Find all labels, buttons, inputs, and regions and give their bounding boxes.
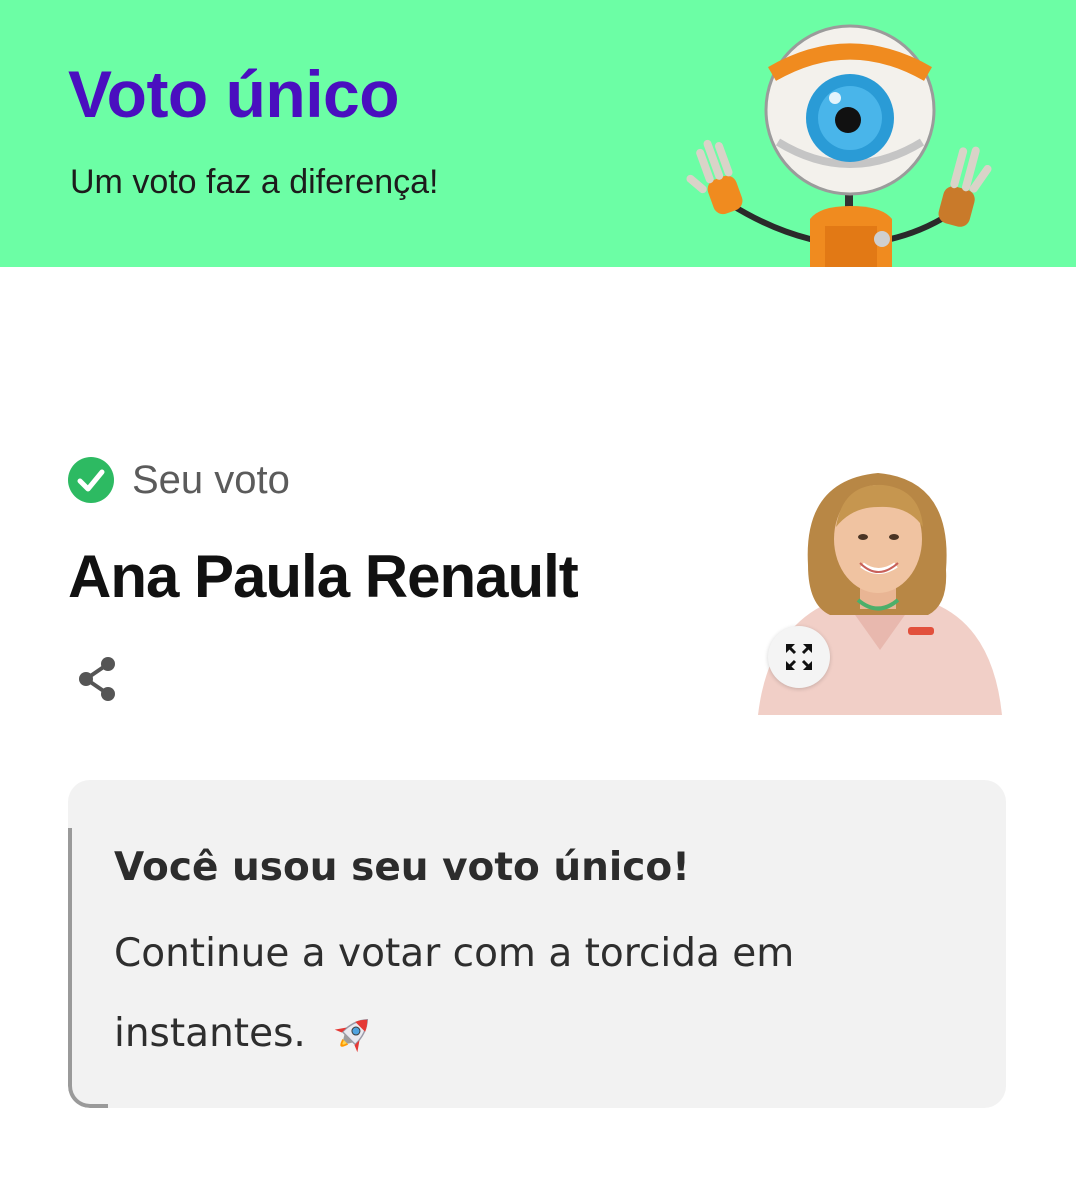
card-accent-border [68, 828, 108, 1108]
page-title: Voto único [68, 57, 400, 131]
share-icon [79, 657, 115, 701]
info-card-body: Continue a votar com a torcida em instan… [114, 914, 934, 1074]
rocket-icon [334, 1018, 369, 1052]
info-card-text: Continue a votar com a torcida em instan… [114, 931, 795, 1056]
expand-photo-button[interactable] [768, 626, 830, 688]
vote-status-row: Seu voto [68, 455, 290, 505]
info-card: Você usou seu voto único! Continue a vot… [68, 780, 1006, 1108]
info-card-title: Você usou seu voto único! [114, 845, 690, 890]
header-banner: Voto único Um voto faz a diferença! [0, 0, 1076, 267]
vote-label: Seu voto [132, 457, 290, 502]
expand-icon [786, 644, 812, 670]
page-subtitle: Um voto faz a diferença! [70, 163, 439, 201]
check-circle-icon [68, 457, 114, 503]
candidate-name: Ana Paula Renault [68, 543, 579, 610]
eye-mascot-icon [686, 24, 992, 267]
share-button[interactable] [66, 648, 128, 710]
